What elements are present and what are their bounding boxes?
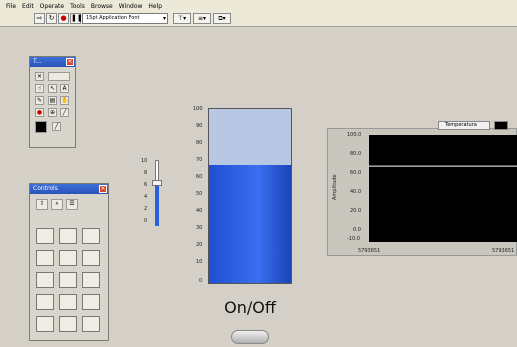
slider-tick: 0	[144, 218, 148, 224]
coloring-tool-icon[interactable]: ╱	[52, 122, 61, 131]
x-tick: 5793651	[358, 248, 381, 254]
chevron-down-icon: ▾	[162, 15, 166, 22]
text-tool-icon[interactable]: A	[60, 84, 69, 93]
list-table-controls-icon[interactable]	[59, 250, 77, 266]
ring-enum-controls-icon[interactable]	[36, 272, 54, 288]
slider-thumb[interactable]	[152, 180, 162, 187]
tank-tick: 0	[199, 278, 203, 284]
font-select-value: 15pt Application Font	[86, 15, 140, 21]
wire-tool-icon[interactable]: ✎	[35, 96, 44, 105]
auto-select-bar[interactable]	[48, 72, 70, 81]
y-axis-label: Amplitude	[332, 174, 338, 200]
position-tool-icon[interactable]: ↖	[48, 84, 57, 93]
run-continuous-icon[interactable]: ↻	[46, 13, 57, 24]
tank-fill	[209, 164, 291, 283]
legend-label: Temperatura	[445, 122, 477, 128]
menu-window[interactable]: Window	[119, 3, 143, 10]
color-swatch-icon[interactable]	[35, 121, 47, 133]
tank-tick: 20	[196, 242, 203, 248]
decorations-icon[interactable]	[36, 316, 54, 332]
pause-icon[interactable]: ❚❚	[70, 13, 83, 24]
string-path-controls-icon[interactable]	[82, 228, 100, 244]
tank-tick: 100	[193, 106, 203, 112]
run-arrow-icon[interactable]: ⇨	[34, 13, 45, 24]
array-cluster-controls-icon[interactable]	[36, 250, 54, 266]
menu-edit[interactable]: Edit	[22, 3, 34, 10]
close-icon[interactable]: ×	[99, 185, 107, 193]
controls-palette: Controls × ⇧ ⌕ ☰	[29, 183, 109, 341]
slider-tick: 2	[144, 206, 148, 212]
y-tick: 20.0	[350, 208, 362, 214]
y-tick: 100.0	[347, 132, 362, 138]
align-objects-icon[interactable]: ⊤▾	[173, 13, 191, 24]
breakpoint-tool-icon[interactable]: ●	[35, 108, 44, 117]
y-tick: 0.0	[353, 227, 361, 233]
on-off-switch[interactable]	[231, 330, 269, 344]
user-controls-icon[interactable]	[82, 316, 100, 332]
x-tick: 5793651	[492, 248, 515, 254]
numeric-controls-icon[interactable]	[36, 228, 54, 244]
activex-controls-icon[interactable]	[82, 294, 100, 310]
tank-tick: 60	[196, 174, 203, 180]
slider-tick: 4	[144, 194, 148, 200]
tools-palette: T... × ✕ ☝ ↖ A ✎ ▤ ✋ ● ⊕ ╱ ╱	[29, 56, 76, 148]
boolean-controls-icon[interactable]	[59, 228, 77, 244]
menu-browse[interactable]: Browse	[91, 3, 113, 10]
graph-controls-icon[interactable]	[82, 250, 100, 266]
dialog-controls-icon[interactable]	[36, 294, 54, 310]
slider-tick: 6	[144, 182, 148, 188]
probe-tool-icon[interactable]: ⊕	[48, 108, 57, 117]
chart-legend: Temperatura	[438, 121, 490, 130]
menu-operate[interactable]: Operate	[40, 3, 64, 10]
classic-controls-icon[interactable]	[59, 294, 77, 310]
color-copy-tool-icon[interactable]: ╱	[60, 108, 69, 117]
tank-tick: 30	[196, 225, 203, 231]
operate-tool-icon[interactable]: ☝	[35, 84, 44, 93]
tank-tick: 10	[196, 259, 203, 265]
y-tick: 40.0	[350, 189, 362, 195]
tank-tick: 40	[196, 208, 203, 214]
io-controls-icon[interactable]	[59, 272, 77, 288]
slider-tick: 10	[141, 158, 148, 164]
menu-help[interactable]: Help	[148, 3, 162, 10]
menu-bar: File Edit Operate Tools Browse Window He…	[0, 0, 517, 12]
plot-area	[369, 135, 517, 242]
toolbar: ⇨ ↻ ● ❚❚ 15pt Application Font ▾ ⊤▾ ≡▾ ⧉…	[0, 12, 517, 27]
controls-palette-title-bar[interactable]: Controls ×	[30, 184, 108, 194]
y-tick: 80.0	[350, 151, 362, 157]
abort-icon[interactable]: ●	[58, 13, 69, 24]
y-tick: 60.0	[350, 170, 362, 176]
y-tick: -10.0	[347, 236, 360, 242]
up-arrow-icon[interactable]: ⇧	[36, 199, 48, 210]
tank-indicator	[208, 108, 292, 284]
tank-tick: 70	[196, 157, 203, 163]
tank-tick: 90	[196, 123, 203, 129]
reorder-icon[interactable]: ⧉▾	[213, 13, 231, 24]
tank-tick: 50	[196, 191, 203, 197]
switch-label: On/Off	[224, 298, 276, 317]
menu-tools[interactable]: Tools	[70, 3, 85, 10]
select-control-icon[interactable]	[59, 316, 77, 332]
tank-tick: 80	[196, 140, 203, 146]
font-select[interactable]: 15pt Application Font ▾	[82, 13, 168, 24]
slider-fill	[155, 183, 159, 226]
scroll-tool-icon[interactable]: ✋	[60, 96, 69, 105]
auto-tool-icon[interactable]: ✕	[35, 72, 44, 81]
refnum-controls-icon[interactable]	[82, 272, 100, 288]
slider-tick: 8	[144, 170, 148, 176]
search-icon[interactable]: ⌕	[51, 199, 63, 210]
tools-palette-title-bar[interactable]: T... ×	[30, 57, 75, 67]
shortcut-menu-tool-icon[interactable]: ▤	[48, 96, 57, 105]
tools-palette-title: T...	[33, 58, 42, 65]
menu-file[interactable]: File	[6, 3, 16, 10]
close-icon[interactable]: ×	[66, 58, 74, 66]
legend-swatch[interactable]	[494, 121, 508, 130]
controls-palette-title: Controls	[33, 185, 58, 192]
distribute-objects-icon[interactable]: ≡▾	[193, 13, 211, 24]
options-icon[interactable]: ☰	[66, 199, 78, 210]
